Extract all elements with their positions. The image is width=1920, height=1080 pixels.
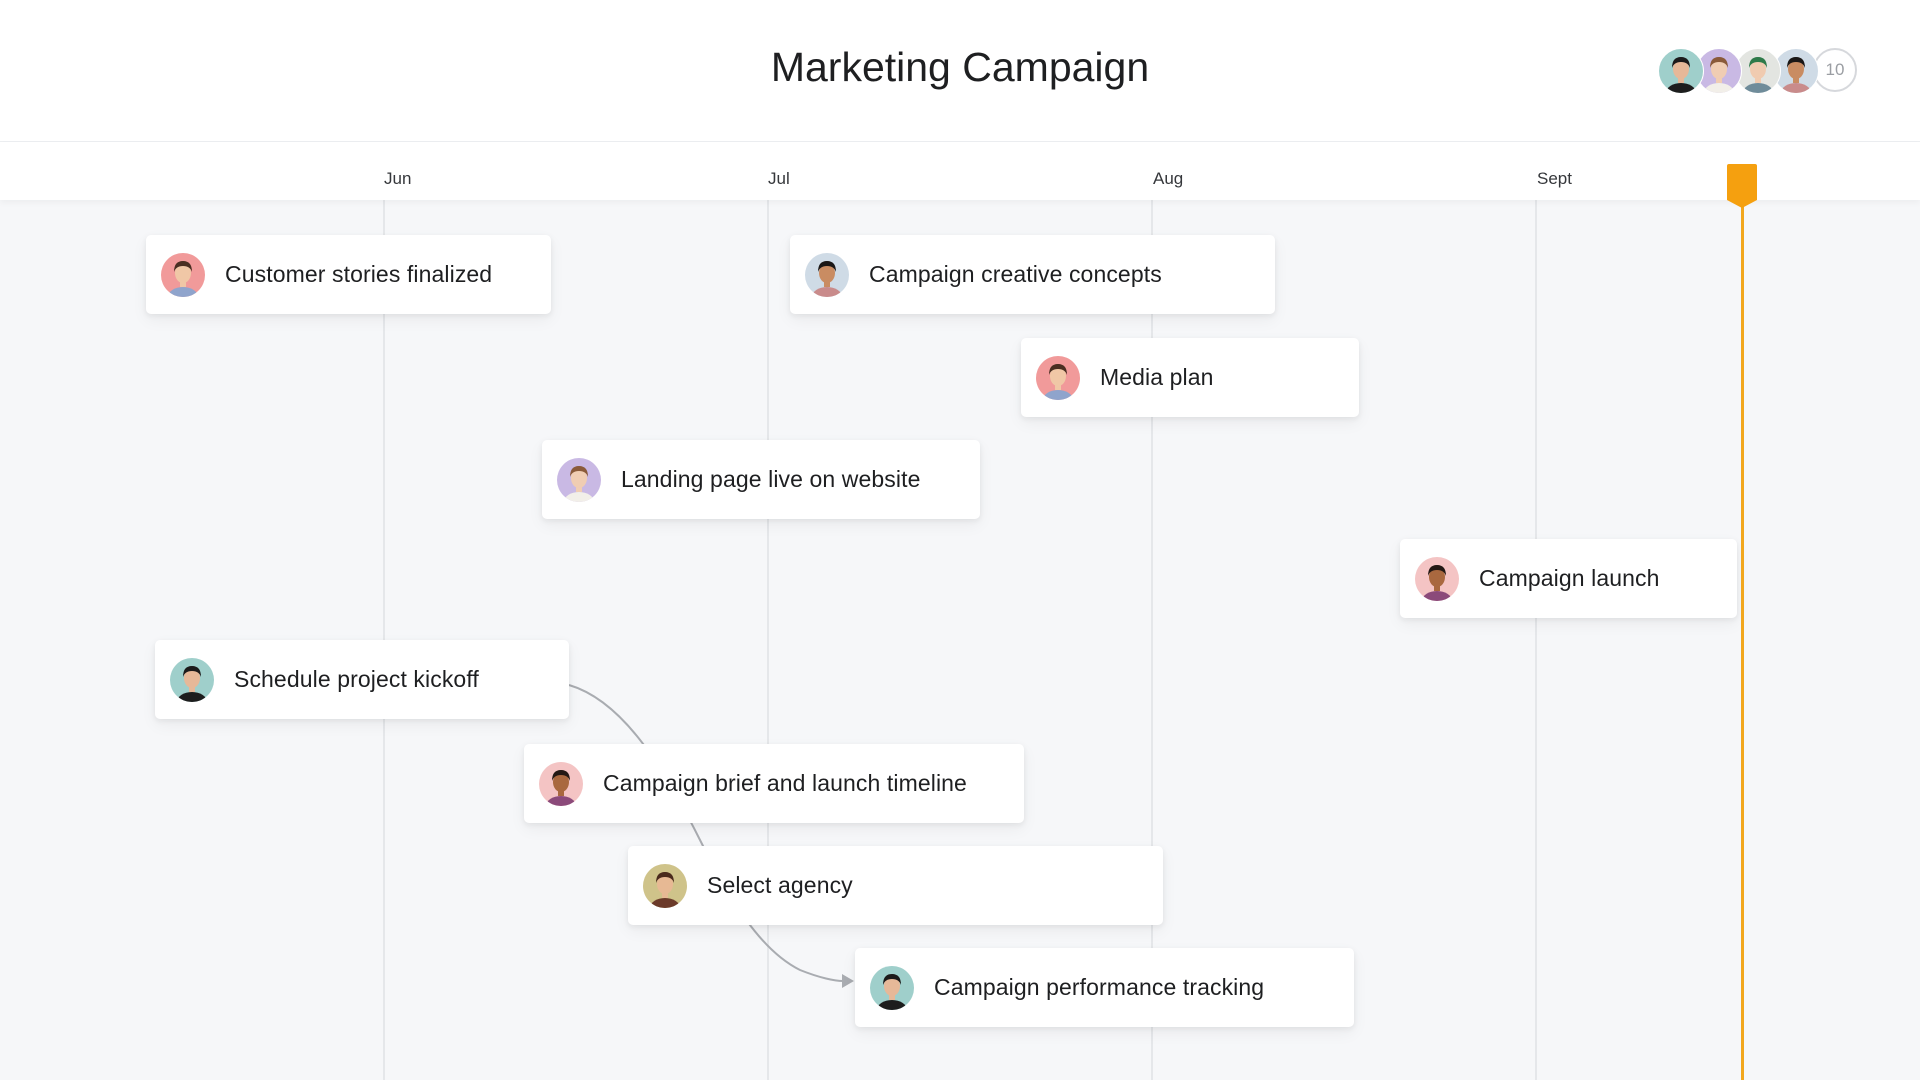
month-label-aug: Aug xyxy=(1153,169,1184,188)
today-marker-icon[interactable] xyxy=(1727,164,1757,210)
milestone-title: Media plan xyxy=(1100,364,1214,390)
assignee-avatar xyxy=(539,761,583,806)
person-icon xyxy=(177,665,207,702)
dependency-arrow-icon xyxy=(842,974,854,988)
timeline-month-header: Jun Jul Aug Sept xyxy=(0,142,1920,200)
person-icon xyxy=(877,973,907,1010)
member-avatar[interactable] xyxy=(1658,48,1704,94)
milestone-card[interactable]: Campaign performance tracking xyxy=(855,948,1354,1027)
milestone-title: Campaign launch xyxy=(1479,565,1660,591)
assignee-avatar xyxy=(557,457,601,502)
milestone-card[interactable]: Campaign launch xyxy=(1400,539,1737,618)
milestone-title: Customer stories finalized xyxy=(225,261,493,287)
milestone-title: Schedule project kickoff xyxy=(234,666,479,692)
milestone-title: Campaign creative concepts xyxy=(869,261,1162,287)
milestone-card[interactable]: Select agency xyxy=(628,846,1163,925)
person-icon xyxy=(564,465,594,502)
assignee-avatar xyxy=(870,965,914,1010)
person-icon xyxy=(650,871,680,908)
member-overflow-count[interactable]: 10 xyxy=(1813,48,1857,92)
assignee-avatar xyxy=(643,863,687,908)
milestone-card[interactable]: Media plan xyxy=(1021,338,1359,417)
month-label-jun: Jun xyxy=(384,169,412,188)
person-icon xyxy=(168,260,198,297)
project-members[interactable]: 10 xyxy=(1658,48,1858,94)
person-icon xyxy=(1743,57,1773,93)
person-icon xyxy=(546,769,576,806)
milestone-title: Select agency xyxy=(707,872,853,898)
milestone-card[interactable]: Schedule project kickoff xyxy=(155,640,569,719)
person-icon xyxy=(1666,57,1696,93)
assignee-avatar xyxy=(170,657,214,702)
milestone-title: Landing page live on website xyxy=(621,466,921,492)
person-icon xyxy=(1422,564,1452,601)
milestone-card[interactable]: Customer stories finalized xyxy=(146,235,551,314)
assignee-avatar xyxy=(1036,355,1080,400)
milestone-card[interactable]: Campaign brief and launch timeline xyxy=(524,744,1024,823)
person-icon xyxy=(1043,363,1073,400)
milestone-title: Campaign brief and launch timeline xyxy=(603,770,967,796)
milestone-card[interactable]: Campaign creative concepts xyxy=(790,235,1275,314)
dependency-line xyxy=(568,684,844,982)
today-line xyxy=(1741,200,1744,1080)
assignee-avatar xyxy=(161,252,205,297)
person-icon xyxy=(812,260,842,297)
assignee-avatar xyxy=(805,252,849,297)
milestone-card[interactable]: Landing page live on website xyxy=(542,440,980,519)
milestone-title: Campaign performance tracking xyxy=(934,974,1265,1000)
month-label-jul: Jul xyxy=(768,169,790,188)
month-label-sept: Sept xyxy=(1537,169,1572,188)
assignee-avatar xyxy=(1415,556,1459,601)
